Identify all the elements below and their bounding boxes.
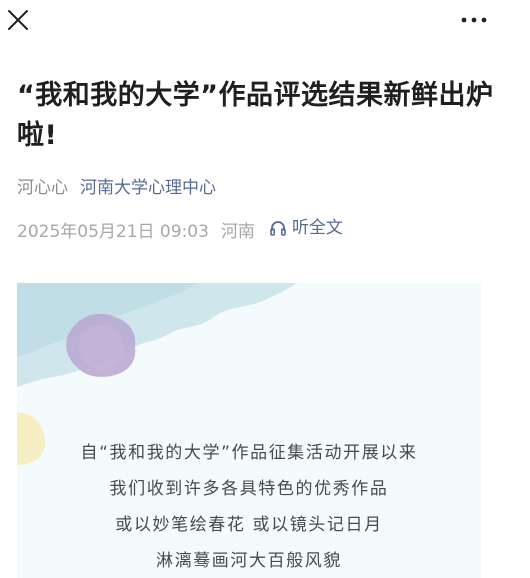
article-meta: 2025年05月21日 09:03 河南 听全文 xyxy=(17,217,343,243)
article-byline: 河心心 河南大学心理中心 xyxy=(17,177,216,199)
article-poster-image: 自“我和我的大学”作品征集活动开展以来 我们收到许多各具特色的优秀作品 或以妙笔… xyxy=(17,283,481,578)
more-options-button[interactable] xyxy=(458,10,490,30)
headphones-icon xyxy=(270,221,286,236)
article-title: “我和我的大学”作品评选结果新鲜出炉啦! xyxy=(17,80,494,151)
account-name-link[interactable]: 河南大学心理中心 xyxy=(80,178,216,198)
publish-region: 河南 xyxy=(220,222,255,242)
listen-label: 听全文 xyxy=(291,218,343,238)
close-icon xyxy=(8,10,28,30)
poster-line: 淋漓蓦画河大百般风貌 xyxy=(156,551,342,571)
publish-time: 2025年05月21日 09:03 xyxy=(17,222,209,242)
poster-line: 自“我和我的大学”作品征集活动开展以来 xyxy=(80,443,418,463)
poster-text-block: 自“我和我的大学”作品征集活动开展以来 我们收到许多各具特色的优秀作品 或以妙笔… xyxy=(17,435,481,578)
top-bar xyxy=(0,0,530,44)
more-dots-icon xyxy=(461,17,487,23)
listen-full-text-button[interactable]: 听全文 xyxy=(269,217,343,239)
poster-line: 或以妙笔绘春花 或以镜头记日月 xyxy=(115,515,383,535)
poster-line: 我们收到许多各具特色的优秀作品 xyxy=(109,479,389,499)
close-button[interactable] xyxy=(6,8,30,32)
author-name: 河心心 xyxy=(17,178,68,198)
